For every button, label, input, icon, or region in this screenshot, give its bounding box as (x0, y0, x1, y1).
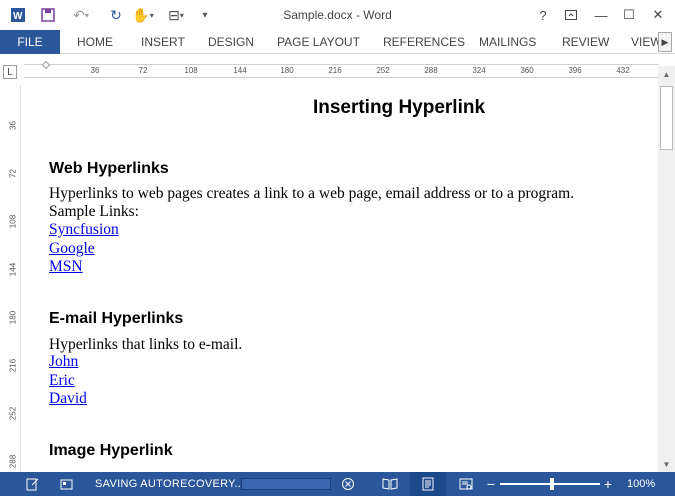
ribbon-display-options-icon[interactable] (558, 4, 584, 26)
scroll-down-icon[interactable]: ▼ (658, 456, 675, 472)
ruler-tick: 396 (568, 66, 582, 75)
ruler-tick: 252 (8, 406, 18, 421)
ruler-tick: 144 (8, 262, 18, 277)
ruler-tick: 252 (376, 66, 390, 75)
ruler-tick: 360 (520, 66, 534, 75)
hyperlink-eric[interactable]: Eric (49, 372, 75, 390)
zoom-slider-thumb[interactable] (550, 478, 554, 490)
ruler-tick: 216 (328, 66, 342, 75)
ruler-tick: 180 (8, 310, 18, 325)
ruler-tick: 432 (616, 66, 630, 75)
hyperlink-john[interactable]: John (49, 353, 78, 371)
paragraph: Sample Links: (49, 203, 139, 220)
macro-recording-icon[interactable] (58, 476, 76, 492)
zoom-level[interactable]: 100% (627, 478, 655, 490)
hyperlink-syncfusion[interactable]: Syncfusion (49, 221, 119, 239)
tab-page-layout[interactable]: PAGE LAYOUT (277, 30, 360, 54)
section-heading: E-mail Hyperlinks (49, 310, 184, 327)
proofing-icon[interactable] (24, 476, 42, 492)
section-heading: Image Hyperlink (49, 442, 173, 459)
save-progress-bar (241, 478, 331, 490)
hyperlink-msn[interactable]: MSN (49, 258, 83, 276)
ruler-area: L 36 72 108 144 180 216 252 288 324 360 … (0, 55, 675, 85)
ruler-tick: 72 (8, 169, 18, 178)
ruler-tick: 216 (8, 358, 18, 373)
horizontal-ruler[interactable]: 36 72 108 144 180 216 252 288 324 360 39… (24, 61, 659, 78)
ruler-tick: 324 (472, 66, 486, 75)
ruler-tick: 36 (8, 121, 18, 130)
ruler-tick: 108 (184, 66, 198, 75)
tab-file[interactable]: FILE (0, 30, 60, 54)
help-button[interactable]: ? (530, 4, 556, 26)
print-layout-icon[interactable] (418, 476, 438, 492)
vertical-scrollbar[interactable]: ▲ ▼ (658, 66, 675, 472)
cancel-save-icon[interactable] (339, 476, 357, 492)
hyperlink-david[interactable]: David (49, 390, 87, 408)
tab-insert[interactable]: INSERT (141, 30, 185, 54)
ribbon-scroll-right-icon[interactable]: ▶ (658, 32, 672, 52)
ruler-tick: 36 (90, 66, 100, 75)
tab-references[interactable]: REFERENCES (383, 30, 465, 54)
tab-home[interactable]: HOME (77, 30, 113, 54)
ruler-tick: 108 (8, 214, 18, 229)
close-button[interactable]: ✕ (645, 4, 671, 26)
tab-review[interactable]: REVIEW (562, 30, 609, 54)
indent-marker-icon[interactable] (42, 61, 50, 69)
scroll-up-icon[interactable]: ▲ (658, 66, 675, 82)
maximize-button[interactable]: ☐ (616, 4, 642, 26)
document-title: Inserting Hyperlink (312, 97, 486, 118)
web-layout-icon[interactable] (456, 476, 476, 492)
document-area[interactable]: Inserting Hyperlink Web Hyperlinks Hyper… (24, 85, 658, 472)
tab-design[interactable]: DESIGN (208, 30, 254, 54)
tab-selector-icon[interactable]: L (3, 65, 17, 79)
ruler-tick: 144 (233, 66, 247, 75)
title-bar: W ↶ ▾ ↻ ✋ ▾ ⊟ ▾ ▾ Sample.docx - Word ? — ☐… (0, 0, 675, 30)
ruler-tick: 288 (8, 454, 18, 469)
zoom-in-button[interactable]: + (603, 476, 613, 492)
vertical-ruler[interactable]: 36 72 108 144 180 216 252 288 (3, 85, 21, 470)
status-text: SAVING AUTORECOVERY... (95, 478, 245, 490)
zoom-out-button[interactable]: − (486, 476, 496, 492)
paragraph: Hyperlinks that links to e-mail. (49, 336, 243, 353)
minimize-button[interactable]: — (588, 4, 614, 26)
hyperlink-google[interactable]: Google (49, 240, 95, 258)
tab-mailings[interactable]: MAILINGS (479, 30, 536, 54)
ruler-tick: 288 (424, 66, 438, 75)
status-bar: SAVING AUTORECOVERY... − + 100% (0, 472, 675, 496)
section-heading: Web Hyperlinks (49, 160, 169, 177)
ruler-tick: 180 (280, 66, 294, 75)
ruler-tick: 72 (138, 66, 148, 75)
ribbon-tabs: FILE HOME INSERT DESIGN PAGE LAYOUT REFE… (0, 30, 675, 54)
paragraph: Hyperlinks to web pages creates a link t… (49, 185, 575, 202)
read-mode-icon[interactable] (380, 476, 400, 492)
scroll-thumb[interactable] (660, 86, 673, 150)
